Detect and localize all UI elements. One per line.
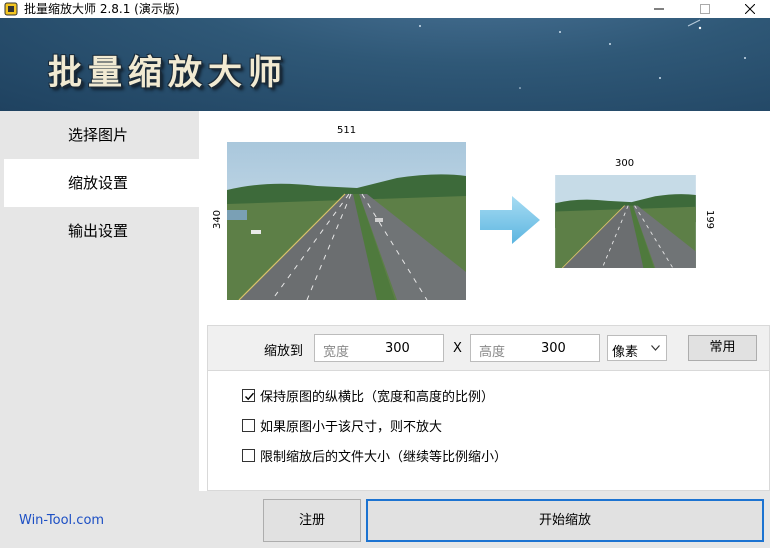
no-upscale-label: 如果原图小于该尺寸，则不放大 xyxy=(260,419,443,435)
title-bar: 批量缩放大师 2.8.1 (演示版) xyxy=(0,0,770,18)
width-placeholder: 宽度 xyxy=(323,345,350,360)
resize-target-row: 缩放到 宽度 300 X 高度 300 像素 常用 xyxy=(208,326,769,371)
result-width-label: 300 xyxy=(615,158,635,169)
sidebar: 选择图片 缩放设置 输出设置 xyxy=(0,111,199,491)
footer-bar: Win-Tool.com 注册 开始缩放 xyxy=(0,491,770,548)
original-height-label: 340 xyxy=(212,209,224,230)
original-image-preview xyxy=(227,142,466,300)
chevron-down-icon xyxy=(651,345,660,351)
header-banner: 批量缩放大师 xyxy=(0,18,770,111)
dimension-separator: X xyxy=(453,341,462,356)
result-image-preview xyxy=(555,175,696,268)
checkbox-box[interactable] xyxy=(242,388,255,402)
app-logo: 批量缩放大师 xyxy=(48,53,288,93)
unit-select[interactable]: 像素 xyxy=(607,335,667,361)
sidebar-item-output-settings[interactable]: 输出设置 xyxy=(4,207,199,255)
close-icon xyxy=(745,4,755,14)
window-title: 批量缩放大师 2.8.1 (演示版) xyxy=(24,2,180,16)
register-button[interactable]: 注册 xyxy=(263,499,361,542)
start-resize-button[interactable]: 开始缩放 xyxy=(366,499,764,542)
height-input[interactable]: 高度 300 xyxy=(470,334,600,362)
unit-select-value: 像素 xyxy=(612,345,639,360)
common-sizes-button[interactable]: 常用 xyxy=(688,335,757,361)
original-width-label: 511 xyxy=(337,125,357,136)
width-value: 300 xyxy=(385,341,410,356)
result-height-label: 199 xyxy=(704,209,716,230)
limit-file-size-checkbox[interactable]: 限制缩放后的文件大小（继续等比例缩小） xyxy=(242,446,508,465)
maximize-icon xyxy=(700,4,710,14)
maximize-button[interactable] xyxy=(682,0,728,18)
no-upscale-checkbox[interactable]: 如果原图小于该尺寸，则不放大 xyxy=(242,416,443,435)
keep-aspect-ratio-checkbox[interactable]: 保持原图的纵横比（宽度和高度的比例） xyxy=(242,386,495,405)
app-icon xyxy=(4,2,18,16)
check-icon xyxy=(245,392,255,400)
sidebar-item-select-images[interactable]: 选择图片 xyxy=(4,111,199,159)
height-value: 300 xyxy=(541,341,566,356)
arrow-right-icon xyxy=(480,196,540,244)
checkbox-box[interactable] xyxy=(242,448,255,462)
sidebar-item-resize-settings[interactable]: 缩放设置 xyxy=(4,159,199,207)
close-button[interactable] xyxy=(727,0,770,18)
limit-file-size-label: 限制缩放后的文件大小（继续等比例缩小） xyxy=(260,449,508,465)
width-input[interactable]: 宽度 300 xyxy=(314,334,444,362)
resize-settings-panel: 缩放到 宽度 300 X 高度 300 像素 常用 保持原图的纵横比（宽度和高度… xyxy=(207,325,770,491)
resize-to-label: 缩放到 xyxy=(264,344,304,359)
checkbox-box[interactable] xyxy=(242,418,255,432)
minimize-button[interactable] xyxy=(636,0,682,18)
height-placeholder: 高度 xyxy=(479,345,506,360)
brand-link[interactable]: Win-Tool.com xyxy=(19,513,104,528)
minimize-icon xyxy=(654,8,664,10)
keep-aspect-ratio-label: 保持原图的纵横比（宽度和高度的比例） xyxy=(260,389,495,405)
